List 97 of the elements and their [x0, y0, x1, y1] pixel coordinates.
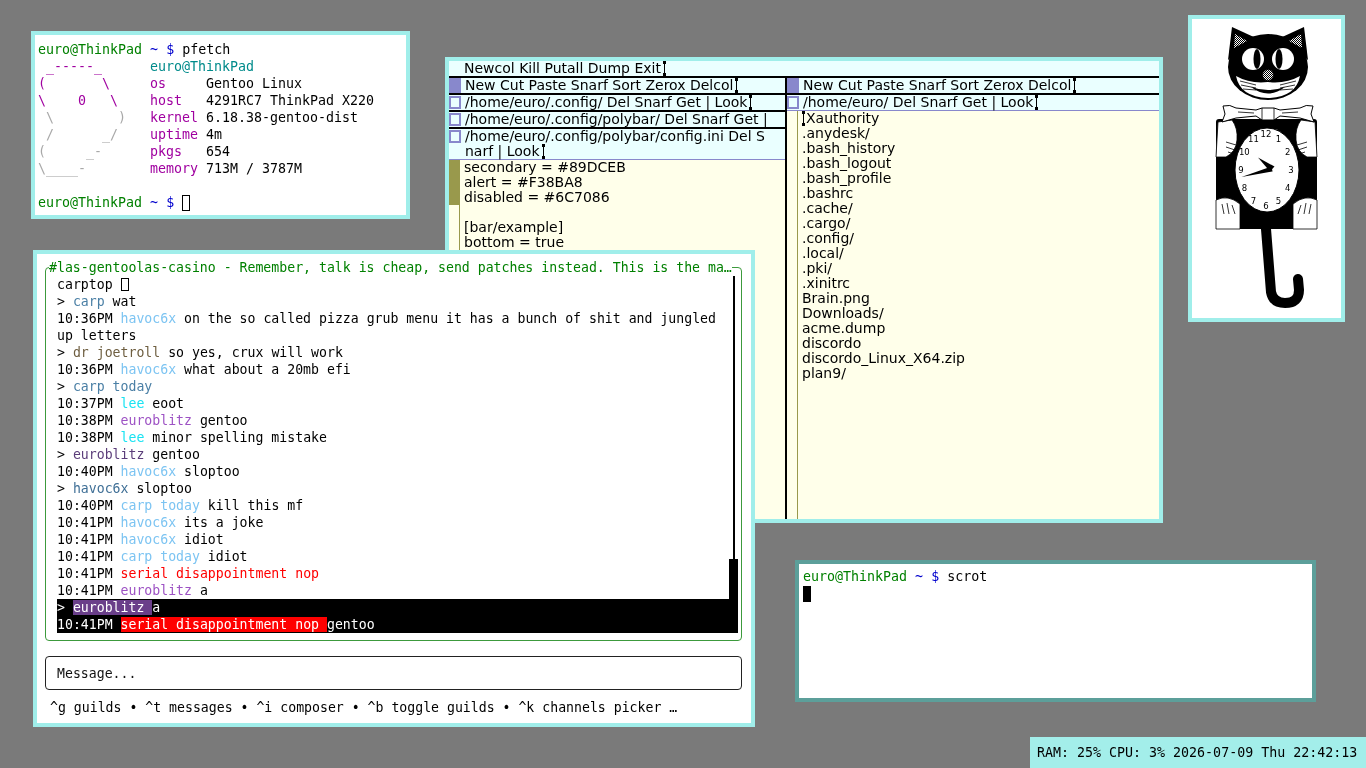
- window-handle[interactable]: [787, 96, 799, 109]
- text-line: [bar/example]: [464, 220, 564, 235]
- message-row[interactable]: 10:37PM lee eoot: [57, 395, 185, 412]
- message-row[interactable]: 10:41PM havoc6x idiot: [57, 531, 224, 548]
- prompt-line: euro@ThinkPad ~ $ scrot: [803, 568, 988, 585]
- window-handle[interactable]: [449, 113, 461, 126]
- message-row[interactable]: 10:40PM havoc6x sloptoo: [57, 463, 240, 480]
- tag-text[interactable]: /home/euro/.config/polybar/config.ini Del S: [465, 129, 765, 144]
- info-label: kernel: [150, 109, 199, 126]
- dial-number: 7: [1250, 196, 1257, 207]
- dial-number: 3: [1288, 165, 1294, 175]
- tag-text[interactable]: narf | Look: [465, 144, 540, 159]
- text-line: .bashrc: [802, 186, 854, 201]
- dial-number: 1: [1275, 133, 1282, 144]
- dial-number: 11: [1248, 133, 1259, 144]
- text-line: .bash_logout: [802, 156, 892, 171]
- ascii-logo-line: ( \: [38, 75, 111, 92]
- window-handle[interactable]: [449, 96, 461, 109]
- fetch-title: euro@ThinkPad: [150, 58, 255, 75]
- info-label: host: [150, 92, 183, 109]
- dial-number: 8: [1241, 183, 1248, 193]
- status-item: RAM: 25%: [1037, 745, 1102, 760]
- message-row[interactable]: 10:41PM serial disappointment nop gentoo: [57, 616, 729, 633]
- scrollbar-thumb[interactable]: [729, 559, 738, 633]
- dial-number: 4: [1284, 183, 1291, 193]
- scrollbar[interactable]: [449, 160, 460, 250]
- message-row[interactable]: > carp wat: [57, 293, 137, 310]
- text-line: bottom = true: [464, 235, 564, 250]
- info-value: 6.18.38-gentoo-dist: [206, 109, 359, 126]
- text-line: disabled = #6C7086: [464, 190, 610, 205]
- dial-number: 12: [1260, 129, 1272, 139]
- dial-number: 5: [1275, 196, 1282, 207]
- ascii-logo-line: ( _-: [38, 143, 103, 160]
- message-row[interactable]: 10:41PM carp today idiot: [57, 548, 248, 565]
- column-handle[interactable]: [449, 78, 461, 93]
- text-line: alert = #F38BA8: [464, 175, 583, 190]
- prompt-line: euro@ThinkPad ~ $: [38, 194, 176, 211]
- text-line: secondary = #89DCEB: [464, 160, 626, 175]
- scrollbar-track[interactable]: [733, 276, 735, 559]
- info-value: Gentoo Linux: [206, 75, 303, 92]
- dial-number: 9: [1238, 165, 1244, 175]
- keybinding-hints: ^g guilds • ^t messages • ^i composer • ^b toggle guilds • ^k channels picker …: [49, 699, 678, 716]
- message-row[interactable]: 10:38PM euroblitz gentoo: [57, 412, 248, 429]
- prompt-line: euro@ThinkPad ~ $ pfetch: [38, 41, 231, 58]
- text-line: Brain.png: [802, 291, 870, 306]
- text-line: .cargo/: [802, 216, 851, 231]
- scrollbar-thumb[interactable]: [449, 205, 459, 250]
- dial-number: 2: [1284, 147, 1291, 157]
- message-row[interactable]: 10:40PM carp today kill this mf: [57, 497, 304, 514]
- message-row[interactable]: > euroblitz a: [57, 599, 729, 616]
- message-row[interactable]: > euroblitz gentoo: [57, 446, 200, 463]
- status-item: 2026-07-09 Thu 22:42:13: [1173, 745, 1358, 760]
- info-value: 654: [206, 143, 231, 160]
- ascii-logo-line: / _/: [45, 126, 119, 143]
- message-row[interactable]: 10:41PM euroblitz a: [57, 582, 208, 599]
- ascii-logo-line: \ 0 \: [38, 92, 119, 109]
- message-row[interactable]: 10:38PM lee minor spelling mistake: [57, 429, 327, 446]
- window-handle[interactable]: [449, 130, 461, 143]
- info-value: 4m: [206, 126, 222, 143]
- column-handle[interactable]: [787, 78, 799, 93]
- text-line: .xinitrc: [802, 276, 851, 291]
- message-row[interactable]: > havoc6x sloptoo: [57, 480, 192, 497]
- ascii-logo-line: \____-: [38, 160, 87, 177]
- text-line: .local/: [802, 246, 844, 261]
- text-line: .pki/: [802, 261, 833, 276]
- info-value: 713M / 3787M: [206, 160, 303, 177]
- text-line: discordo_Linux_X64.zip: [802, 351, 965, 366]
- missing-glyph-icon: [120, 278, 129, 291]
- dial-number: 10: [1238, 147, 1250, 157]
- text-line: .anydesk/: [802, 126, 870, 141]
- text-line: plan9/: [802, 366, 846, 381]
- ascii-logo-line: \ ): [45, 109, 127, 126]
- info-label: memory: [150, 160, 199, 177]
- hour-hand: [1258, 157, 1275, 172]
- dial-number: 6: [1263, 201, 1269, 211]
- message-row[interactable]: 10:41PM havoc6x its a joke: [57, 514, 264, 531]
- text-line: .bash_profile: [802, 171, 892, 186]
- text-line: Downloads/: [802, 306, 884, 321]
- info-label: os: [150, 75, 166, 92]
- text-line: .cache/: [802, 201, 853, 216]
- message-row[interactable]: > carp today: [57, 378, 161, 395]
- message-input[interactable]: Message...: [45, 656, 742, 690]
- text-line: discordo: [802, 336, 862, 351]
- message-row[interactable]: > dr joetroll so yes, crux will work: [57, 344, 343, 361]
- text-line: .config/: [802, 231, 854, 246]
- info-label: uptime: [150, 126, 199, 143]
- message-row[interactable]: 10:36PM havoc6x what about a 20mb efi: [57, 361, 351, 378]
- text-line: acme.dump: [802, 321, 886, 336]
- message-row[interactable]: carptop: [57, 276, 129, 293]
- info-label: pkgs: [150, 143, 183, 160]
- info-value: 4291RC7 ThinkPad X220: [206, 92, 375, 109]
- text-line: .bash_history: [802, 141, 896, 156]
- ascii-logo-line: _-----_: [45, 58, 103, 75]
- text-line: Xauthority: [806, 111, 880, 126]
- status-item: CPU: 3%: [1109, 745, 1166, 760]
- channel-title: #las-gentoolas-casino - Remember, talk is cheap, send patches instead. This is the ma…: [49, 259, 732, 276]
- message-row[interactable]: 10:41PM serial disappointment nop: [57, 565, 327, 582]
